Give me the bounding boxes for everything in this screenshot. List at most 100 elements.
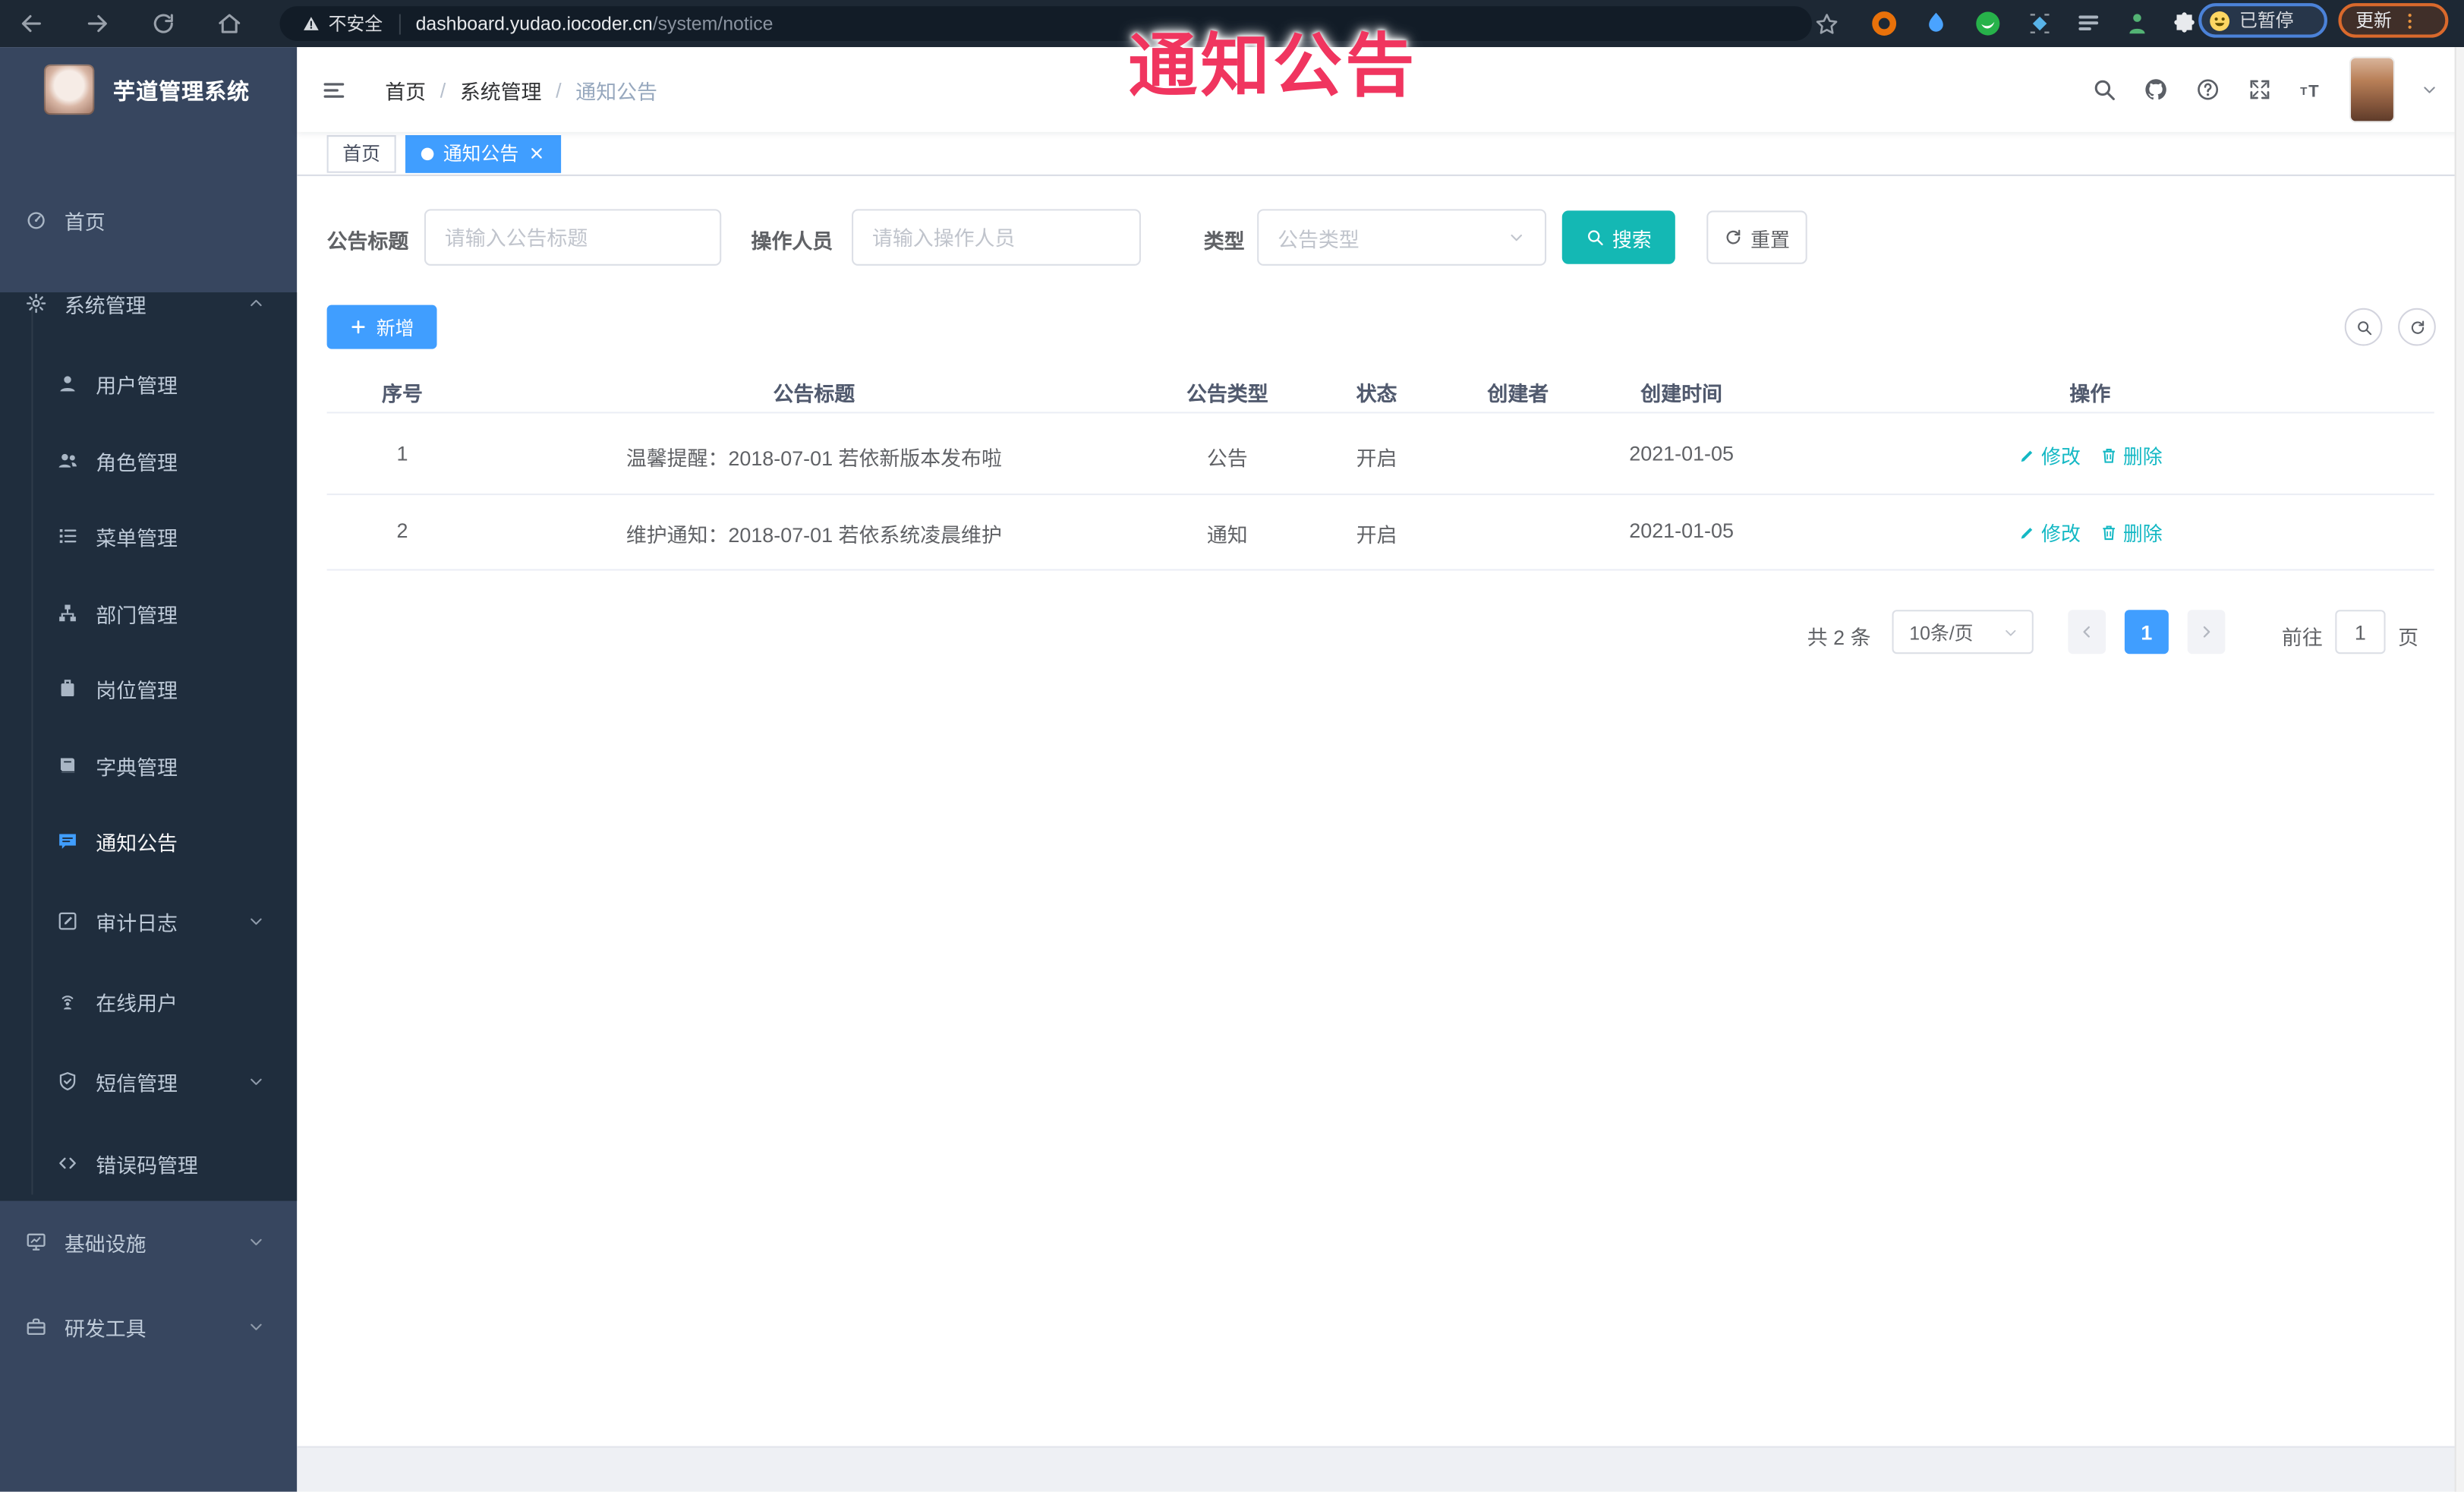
browser-home-icon[interactable] [217, 11, 242, 36]
breadcrumb-separator: / [556, 77, 562, 102]
user-icon [57, 373, 79, 395]
goto-page-input[interactable] [2335, 610, 2386, 655]
link-label: 删除 [2122, 446, 2163, 468]
cell-created: 2021-01-05 [1629, 441, 1734, 465]
cell-title: 温馨提醒：2018-07-01 若依新版本发布啦 [625, 446, 1002, 470]
extension-sprout-icon[interactable] [2123, 9, 2151, 37]
add-button[interactable]: 新增 [326, 304, 437, 349]
sidebar-item-online-users[interactable]: 在线用户 [0, 967, 297, 1036]
breadcrumb-home[interactable]: 首页 [385, 74, 426, 104]
tab-home[interactable]: 首页 [326, 134, 396, 172]
github-icon[interactable] [2144, 77, 2169, 102]
delete-link[interactable]: 删除 [2100, 440, 2163, 470]
bookmark-star-icon[interactable] [1813, 11, 1840, 37]
sidebar-item-label: 审计日志 [96, 910, 178, 935]
breadcrumb-separator: / [440, 77, 446, 102]
refresh-table-button[interactable] [2398, 308, 2436, 346]
extension-puzzle-icon[interactable] [2170, 9, 2198, 37]
profile-paused-chip[interactable]: 已暂停 [2198, 3, 2327, 38]
scrollbar[interactable] [2454, 47, 2464, 1492]
toggle-search-button[interactable] [2344, 308, 2383, 346]
filter-title-label: 公告标题 [326, 229, 409, 254]
sidebar-item-audit-log[interactable]: 审计日志 [0, 887, 297, 956]
filter-operator-label: 操作人员 [751, 229, 833, 254]
tags-view-bar: 首页 通知公告 [297, 131, 2464, 176]
search-button[interactable]: 搜索 [1561, 210, 1675, 264]
sidebar-item-dict[interactable]: 字典管理 [0, 731, 297, 800]
extension-green-circle-icon[interactable] [1974, 9, 2002, 37]
online-user-icon [57, 990, 79, 1012]
table-divider [326, 412, 2434, 414]
link-label: 删除 [2122, 523, 2163, 546]
chevron-down-icon[interactable] [2420, 80, 2439, 99]
sidebar-item-sms[interactable]: 短信管理 [0, 1047, 297, 1116]
browser-forward-icon[interactable] [85, 11, 110, 36]
sidebar-item-posts[interactable]: 岗位管理 [0, 654, 297, 723]
search-icon [2355, 318, 2372, 336]
browser-reload-icon[interactable] [151, 11, 176, 36]
plus-icon [350, 317, 369, 336]
browser-update-chip[interactable]: 更新 [2338, 3, 2449, 38]
sidebar-item-label: 系统管理 [64, 293, 147, 317]
prev-page-button[interactable] [2068, 610, 2106, 655]
sidebar-item-system[interactable]: 系统管理 [0, 269, 297, 338]
font-size-icon[interactable]: TT [2299, 77, 2324, 102]
sidebar-item-infrastructure[interactable]: 基础设施 [0, 1207, 297, 1276]
refresh-icon [1724, 228, 1743, 247]
extension-diamond-icon[interactable] [2025, 9, 2053, 37]
sidebar-item-departments[interactable]: 部门管理 [0, 579, 297, 648]
sidebar-item-users[interactable]: 用户管理 [0, 349, 297, 418]
button-label: 新增 [376, 317, 414, 339]
profile-emoji-icon [2208, 8, 2232, 32]
avatar[interactable] [2351, 58, 2393, 121]
sidebar-item-notice[interactable]: 通知公告 [0, 806, 297, 875]
app-logo[interactable] [43, 64, 95, 115]
sidebar-collapse-icon[interactable] [320, 76, 347, 103]
col-header-created: 创建时间 [1640, 382, 1722, 406]
help-icon[interactable] [2195, 77, 2220, 102]
tab-notice[interactable]: 通知公告 [405, 134, 562, 172]
col-header-creator: 创建者 [1487, 382, 1549, 406]
delete-link[interactable]: 删除 [2100, 517, 2163, 547]
current-page-button[interactable]: 1 [2124, 610, 2169, 655]
cell-created: 2021-01-05 [1629, 519, 1734, 543]
notice-type-select[interactable]: 公告类型 [1257, 209, 1547, 266]
goto-label: 前往 [2281, 625, 2323, 649]
search-icon[interactable] [2091, 77, 2116, 102]
notice-title-input[interactable] [424, 209, 722, 266]
edit-link[interactable]: 修改 [2018, 517, 2081, 547]
extension-drop-icon[interactable] [1922, 9, 1950, 37]
table-divider [326, 569, 2434, 571]
screen: 不安全 dashboard.yudao.iocoder.cn/system/no… [0, 0, 2464, 1492]
sidebar-item-label: 通知公告 [96, 831, 178, 855]
code-icon [57, 1152, 79, 1174]
sidebar-item-label: 字典管理 [96, 755, 178, 779]
extension-donut-icon[interactable] [1870, 9, 1898, 37]
extension-stack-icon[interactable] [2075, 9, 2103, 37]
sidebar-item-error-codes[interactable]: 错误码管理 [0, 1128, 297, 1197]
breadcrumb-system[interactable]: 系统管理 [460, 74, 542, 104]
operator-input[interactable] [852, 209, 1141, 266]
next-page-button[interactable] [2187, 610, 2226, 655]
reset-button[interactable]: 重置 [1706, 210, 1807, 264]
page-size-select[interactable]: 10条/页 [1892, 610, 2034, 655]
kebab-menu-icon[interactable] [2399, 10, 2420, 30]
close-icon[interactable] [528, 144, 546, 162]
app-title: 芋道管理系统 [113, 78, 250, 104]
page-unit-label: 页 [2398, 625, 2419, 649]
pen-square-icon [57, 910, 79, 932]
sidebar-item-home[interactable]: 首页 [0, 185, 297, 254]
sidebar-item-roles[interactable]: 角色管理 [0, 426, 297, 495]
sidebar-item-devtools[interactable]: 研发工具 [0, 1292, 297, 1361]
edit-link[interactable]: 修改 [2018, 440, 2081, 470]
omnibox-divider [398, 13, 400, 34]
sidebar-item-menus[interactable]: 菜单管理 [0, 501, 297, 570]
fullscreen-icon[interactable] [2247, 77, 2272, 102]
browser-back-icon[interactable] [19, 11, 44, 36]
svg-text:T: T [2300, 85, 2308, 98]
svg-text:T: T [2308, 82, 2319, 101]
sidebar-item-label: 研发工具 [64, 1316, 147, 1340]
table-divider [326, 494, 2434, 496]
breadcrumb: 首页 / 系统管理 / 通知公告 [385, 74, 657, 104]
chevron-left-icon [2078, 623, 2097, 642]
